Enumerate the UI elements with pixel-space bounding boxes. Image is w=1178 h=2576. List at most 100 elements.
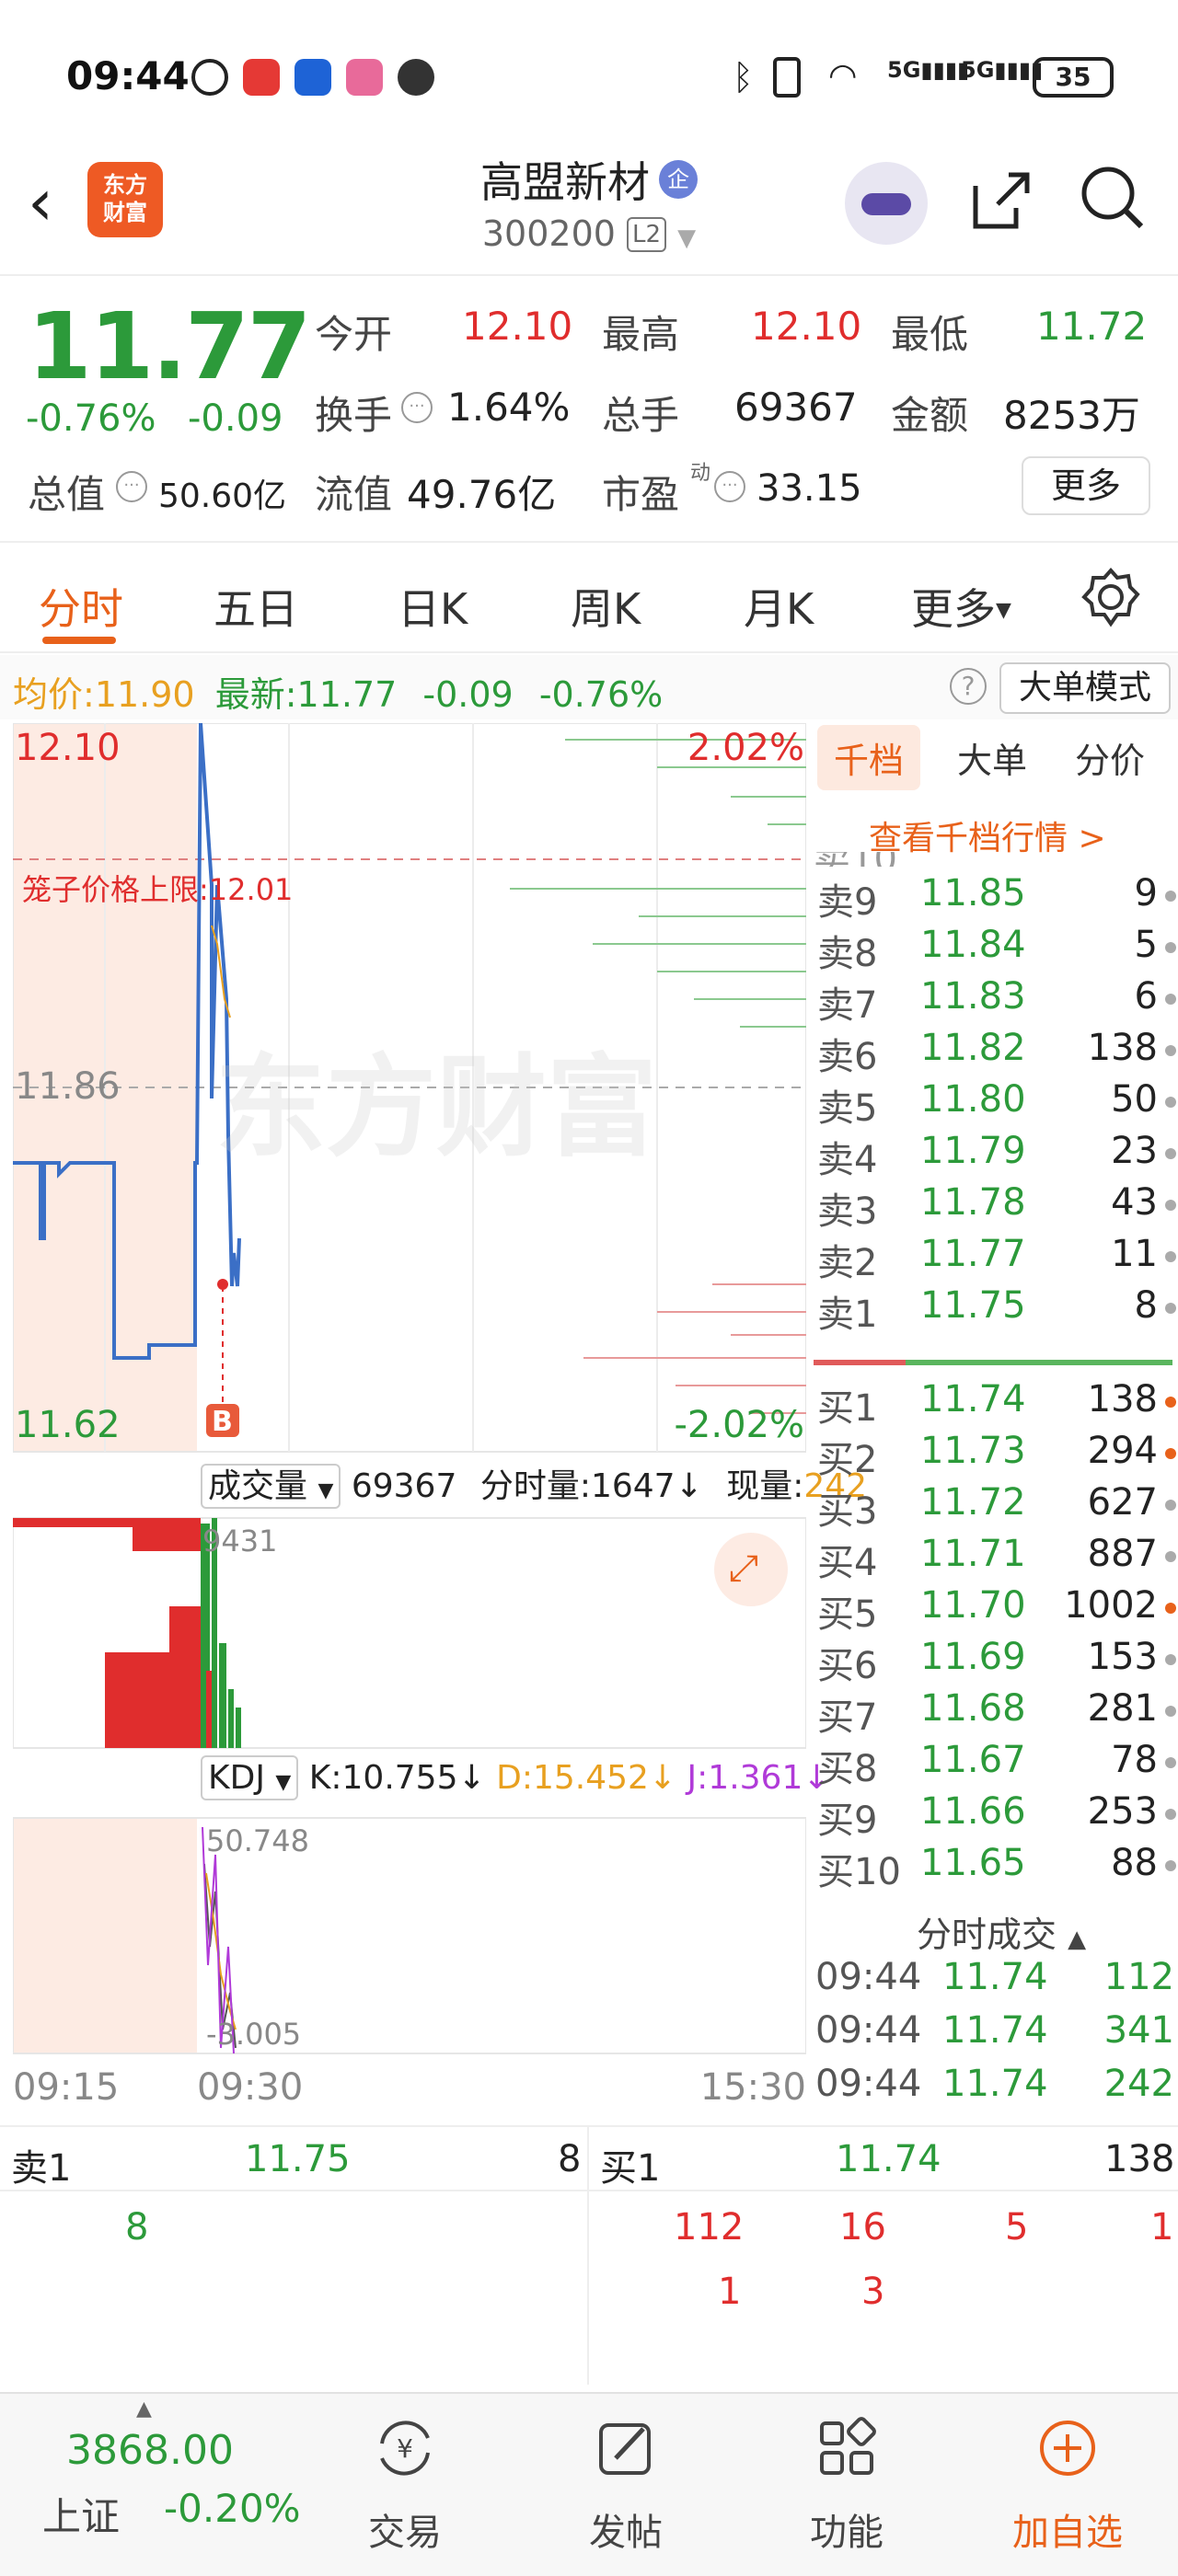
order-activity-dot	[1165, 1551, 1176, 1562]
chart-bottom-price: 11.62	[15, 1404, 121, 1446]
buy-order-row[interactable]: 买9 11.66 253	[814, 1790, 1178, 1842]
expand-icon[interactable]: ⤢	[729, 1547, 758, 1590]
buy-queue-item: 5	[1005, 2206, 1029, 2248]
sell-order-row[interactable]: 卖5 11.80 50	[814, 1078, 1178, 1130]
index-ticker[interactable]: ▲ 3868.00 上证 -0.20%	[0, 2394, 301, 2576]
kdj-axis-max: 50.748	[206, 1823, 309, 1858]
add-circle-icon	[1040, 2421, 1095, 2476]
help-icon[interactable]: ?	[950, 668, 987, 705]
avg-summary: 均价:11.90 最新:11.77 -0.09 -0.76%	[13, 666, 663, 717]
info-icon[interactable]: ···	[401, 392, 433, 423]
amount-label: 金额	[891, 393, 969, 438]
buy-order-row[interactable]: 买1 11.74 138	[814, 1378, 1178, 1430]
order-book: 千档 大单 分价 查看千档行情 > 卖10 分时成交 ▲ 卖911.859卖81…	[814, 723, 1178, 2125]
tab-five-day[interactable]: 五日	[214, 576, 298, 637]
buy-level-volume: 253	[1087, 1790, 1158, 1833]
nav-trade[interactable]: ¥ 交易	[322, 2416, 488, 2556]
tab-full-depth[interactable]: 千档	[817, 725, 921, 790]
buy-level-price: 11.73	[920, 1430, 1026, 1472]
order-activity-dot	[1165, 1706, 1176, 1717]
buy-queue-item: 16	[839, 2206, 886, 2248]
buy-order-row[interactable]: 买3 11.72 627	[814, 1481, 1178, 1533]
buy-order-row[interactable]: 买2 11.73 294	[814, 1430, 1178, 1481]
search-icon[interactable]	[1079, 164, 1144, 229]
sell-order-row[interactable]: 卖9 11.85 9	[814, 872, 1178, 924]
buy-level-volume: 78	[1111, 1739, 1158, 1781]
high-value: 12.10	[751, 304, 862, 349]
buy-level-price: 11.65	[920, 1842, 1026, 1884]
tab-big-orders[interactable]: 大单	[957, 732, 1027, 783]
kdj-indicator-selector[interactable]: KDJ ▼	[201, 1755, 299, 1800]
chart-bottom-pct: -2.02%	[674, 1404, 804, 1446]
nav-add-watchlist[interactable]: 加自选	[985, 2416, 1150, 2556]
buy-order-row[interactable]: 买8 11.67 78	[814, 1739, 1178, 1790]
sell-order-row[interactable]: 卖6 11.82 138	[814, 1027, 1178, 1078]
bottom-nav: ▲ 3868.00 上证 -0.20% ¥ 交易 发帖 功能 加自选	[0, 2392, 1178, 2576]
tab-price-distribution[interactable]: 分价	[1075, 732, 1145, 783]
cell-signal-icon: 5G▮▮▮▮	[961, 57, 1044, 83]
sell-order-row[interactable]: 卖3 11.78 43	[814, 1181, 1178, 1233]
level1-queue: 卖1 11.75 8 买1 11.74 138 8 112 16 5 1 1 3	[0, 2125, 1178, 2385]
sell-level-volume: 8	[1134, 1284, 1158, 1327]
tab-monthly-k[interactable]: 月K	[744, 576, 814, 637]
sell-level-price: 11.77	[920, 1233, 1026, 1275]
order-activity-dot	[1165, 1148, 1176, 1159]
sell-level-label: 卖2	[817, 1242, 878, 1284]
buy-order-row[interactable]: 买5 11.70 1002	[814, 1584, 1178, 1636]
volume-label: 总手	[602, 393, 680, 438]
info-icon[interactable]: ···	[714, 471, 745, 502]
order-activity-dot	[1165, 1045, 1176, 1056]
buy-order-row[interactable]: 买4 11.71 887	[814, 1533, 1178, 1584]
volume-axis-max: 9431	[202, 1524, 278, 1558]
sell-order-row[interactable]: 卖1 11.75 8	[814, 1284, 1178, 1336]
index-change-pct: -0.20%	[164, 2486, 301, 2531]
more-button[interactable]: 更多	[1022, 456, 1150, 515]
nav-functions[interactable]: 功能	[764, 2416, 930, 2556]
min-volume-value: 1647↓	[590, 1467, 703, 1505]
buy1-price: 11.74	[836, 2138, 941, 2180]
buy-order-row[interactable]: 买6 11.69 153	[814, 1636, 1178, 1687]
sell-order-row[interactable]: 卖4 11.79 23	[814, 1130, 1178, 1181]
pe-label: 市盈	[602, 472, 680, 517]
tick-trades-toggle[interactable]: 分时成交 ▲	[917, 1906, 1086, 1957]
index-value: 3868.00	[66, 2427, 234, 2474]
bluetooth-icon: ᛒ	[733, 57, 754, 98]
open-value: 12.10	[462, 304, 573, 349]
sell-level-volume: 9	[1134, 872, 1158, 914]
buy-queue-item: 112	[674, 2206, 745, 2248]
tick-volume: 112	[1103, 1956, 1174, 1998]
tab-more[interactable]: 更多▼	[911, 576, 1011, 637]
tab-weekly-k[interactable]: 周K	[571, 576, 641, 637]
order-activity-dot	[1165, 1603, 1176, 1614]
tick-time: 09:44	[815, 2009, 922, 2052]
sell-order-row[interactable]: 卖7 11.83 6	[814, 975, 1178, 1027]
share-icon[interactable]	[968, 167, 1034, 248]
sell-level-price: 11.84	[920, 924, 1026, 966]
nav-post[interactable]: 发帖	[543, 2416, 709, 2556]
buy-level-label: 买4	[817, 1542, 878, 1584]
order-activity-dot	[1165, 1303, 1176, 1314]
sell1-price: 11.75	[245, 2138, 351, 2180]
buy-level-label: 买6	[817, 1645, 878, 1687]
sell-level-label: 卖7	[817, 984, 878, 1027]
price-cage-limit: 笼子价格上限:12.01	[22, 867, 293, 909]
buy-order-row[interactable]: 买7 11.68 281	[814, 1687, 1178, 1739]
sell-level-label: 卖6	[817, 1036, 878, 1078]
tab-intraday[interactable]: 分时	[39, 576, 123, 637]
sell-order-row[interactable]: 卖2 11.77 11	[814, 1233, 1178, 1284]
ai-assistant-avatar[interactable]	[845, 162, 928, 245]
battery-indicator: 35	[1033, 57, 1114, 98]
info-icon[interactable]: ···	[116, 471, 147, 502]
sell-level-volume: 5	[1134, 924, 1158, 966]
sell-order-row[interactable]: 卖8 11.84 5	[814, 924, 1178, 975]
big-order-mode-button[interactable]: 大单模式	[999, 662, 1171, 714]
last-price: 11.77	[28, 293, 311, 400]
volume-indicator-selector[interactable]: 成交量 ▼	[201, 1464, 341, 1509]
buy-order-row[interactable]: 买10 11.65 88	[814, 1842, 1178, 1893]
tab-daily-k[interactable]: 日K	[398, 576, 468, 637]
settings-gear-icon[interactable]	[1080, 567, 1141, 631]
intraday-chart[interactable]: 12.10 2.02% 笼子价格上限:12.01 11.86 东方财富 B 11…	[13, 723, 867, 2125]
sell-level-price: 11.78	[920, 1181, 1026, 1224]
level1-header: 卖1 11.75 8 买1 11.74 138	[0, 2127, 1178, 2385]
order-activity-dot	[1165, 1251, 1176, 1262]
